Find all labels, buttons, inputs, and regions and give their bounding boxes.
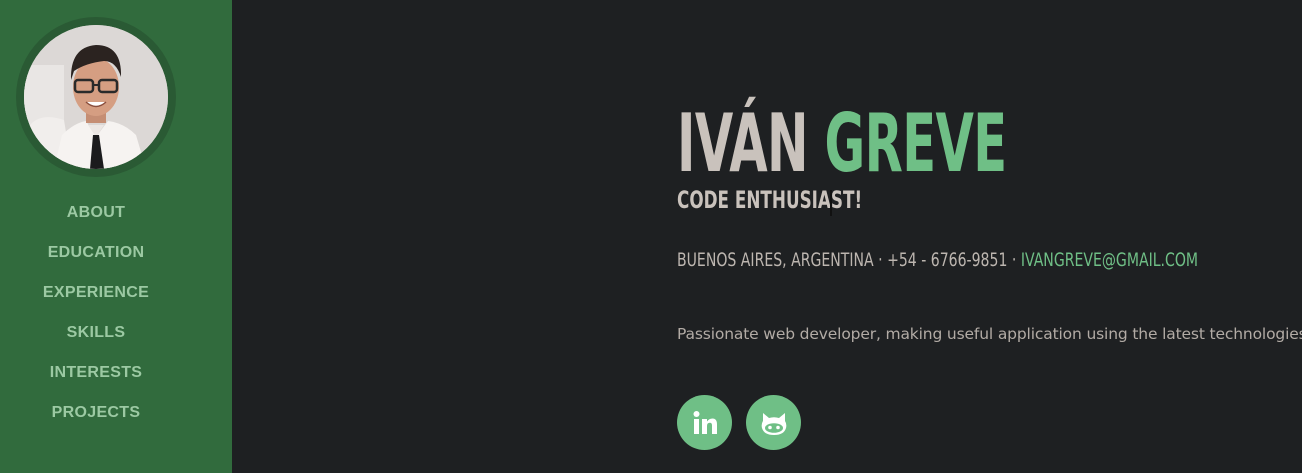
last-name: GREVE	[824, 97, 1008, 190]
nav-item-projects[interactable]: PROJECTS	[0, 400, 192, 440]
nav-item-education[interactable]: EDUCATION	[0, 240, 192, 280]
separator: ·	[878, 249, 883, 271]
linkedin-button[interactable]	[677, 395, 732, 450]
contact-line: BUENOS AIRES, ARGENTINA · +54 - 6766-985…	[677, 249, 1198, 271]
nav-item-about[interactable]: ABOUT	[0, 200, 192, 240]
sidebar: ABOUT EDUCATION EXPERIENCE SKILLS INTERE…	[0, 0, 232, 473]
nav-item-interests[interactable]: INTERESTS	[0, 360, 192, 400]
profile-photo	[24, 25, 168, 169]
nav-item-skills[interactable]: SKILLS	[0, 320, 192, 360]
typing-cursor	[830, 190, 832, 216]
email-link[interactable]: IVANGREVE@GMAIL.COM	[1021, 249, 1198, 271]
first-name: IVÁN	[677, 97, 809, 190]
main-content: IVÁN GREVE CODE ENTHUSIAST! BUENOS AIRES…	[232, 0, 1302, 473]
separator: ·	[1011, 249, 1017, 271]
phone: +54 - 6766-9851	[887, 249, 1008, 271]
github-button[interactable]	[746, 395, 801, 450]
avatar	[24, 25, 168, 169]
tagline: CODE ENTHUSIAST!	[677, 186, 863, 214]
bio-text: Passionate web developer, making useful …	[677, 325, 1302, 343]
sidebar-nav: ABOUT EDUCATION EXPERIENCE SKILLS INTERE…	[0, 200, 192, 440]
page-title: IVÁN GREVE	[677, 96, 1007, 192]
github-icon	[761, 412, 786, 435]
location: BUENOS AIRES, ARGENTINA	[677, 249, 874, 271]
linkedin-icon	[693, 410, 717, 434]
avatar-ring	[16, 17, 176, 177]
nav-item-experience[interactable]: EXPERIENCE	[0, 280, 192, 320]
